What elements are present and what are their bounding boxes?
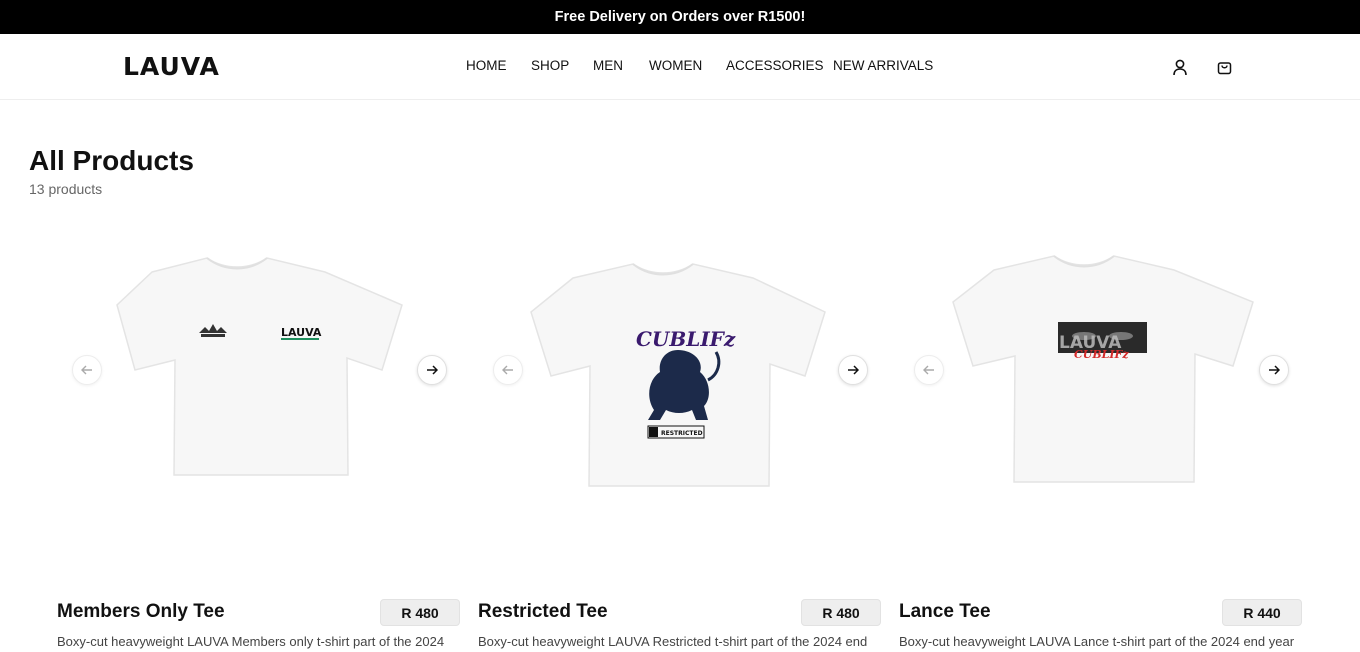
price-badge: R 480: [380, 599, 460, 626]
previous-image-button[interactable]: [914, 355, 944, 385]
nav-new-arrivals[interactable]: NEW ARRIVALS: [833, 58, 933, 73]
nav-women[interactable]: WOMEN: [649, 58, 702, 73]
next-image-button[interactable]: [417, 355, 447, 385]
page-title: All Products: [29, 145, 194, 176]
product-image[interactable]: LAUVA: [57, 230, 477, 510]
next-image-button[interactable]: [1259, 355, 1289, 385]
tshirt-image: CUBLIFz RESTRICTED: [530, 263, 826, 487]
print-label: RESTRICTED: [661, 430, 703, 437]
nav-men[interactable]: MEN: [593, 58, 623, 73]
arrow-left-icon: [81, 365, 92, 375]
price-badge: R 480: [801, 599, 881, 626]
arrow-left-icon: [923, 365, 934, 375]
announcement-bar: Free Delivery on Orders over R1500!: [0, 0, 1360, 34]
product-card[interactable]: CUBLIFz RESTRICTED Restricted Tee R 480 …: [478, 230, 898, 652]
previous-image-button[interactable]: [72, 355, 102, 385]
nav-shop[interactable]: SHOP: [531, 58, 569, 73]
tshirt-image: LAUVA: [116, 257, 403, 476]
nav-accessories[interactable]: ACCESSORIES: [726, 58, 824, 73]
product-card[interactable]: LAUVA CUBLIFz Lance Tee R 440 Boxy-cut h…: [899, 230, 1319, 652]
product-description: Boxy-cut heavyweight LAUVA Restricted t-…: [478, 634, 868, 649]
next-image-button[interactable]: [838, 355, 868, 385]
arrow-right-icon: [848, 365, 859, 375]
product-description: Boxy-cut heavyweight LAUVA Members only …: [57, 634, 445, 649]
product-count: 13 products: [29, 181, 103, 197]
nav-home[interactable]: HOME: [466, 58, 507, 73]
product-card[interactable]: LAUVA Members Only Tee R 480 Boxy-cut he…: [57, 230, 477, 652]
product-description: Boxy-cut heavyweight LAUVA Lance t-shirt…: [899, 634, 1295, 649]
print-text: LAUVA: [281, 326, 322, 339]
announcement-text: Free Delivery on Orders over R1500!: [554, 9, 806, 25]
product-name[interactable]: Members Only Tee: [57, 601, 225, 623]
previous-image-button[interactable]: [493, 355, 523, 385]
price-badge: R 440: [1222, 599, 1302, 626]
product-name[interactable]: Restricted Tee: [478, 601, 608, 623]
print-subtext: CUBLIFz: [1074, 348, 1129, 361]
product-name[interactable]: Lance Tee: [899, 601, 991, 623]
print-underline: [281, 338, 319, 340]
arrow-right-icon: [1269, 365, 1280, 375]
user-icon[interactable]: [1169, 56, 1191, 78]
print-text: CUBLIFz: [636, 327, 736, 351]
site-header: LAUVA HOME SHOP MEN WOMEN ACCESSORIES NE…: [0, 34, 1360, 100]
product-image[interactable]: CUBLIFz RESTRICTED: [478, 230, 898, 510]
arrow-right-icon: [427, 365, 438, 375]
product-image[interactable]: LAUVA CUBLIFz: [899, 230, 1319, 510]
main-nav: HOME SHOP MEN WOMEN ACCESSORIES NEW ARRI…: [0, 58, 1360, 76]
tshirt-image: LAUVA CUBLIFz: [952, 255, 1254, 483]
arrow-left-icon: [502, 365, 513, 375]
cart-icon[interactable]: [1213, 56, 1235, 78]
